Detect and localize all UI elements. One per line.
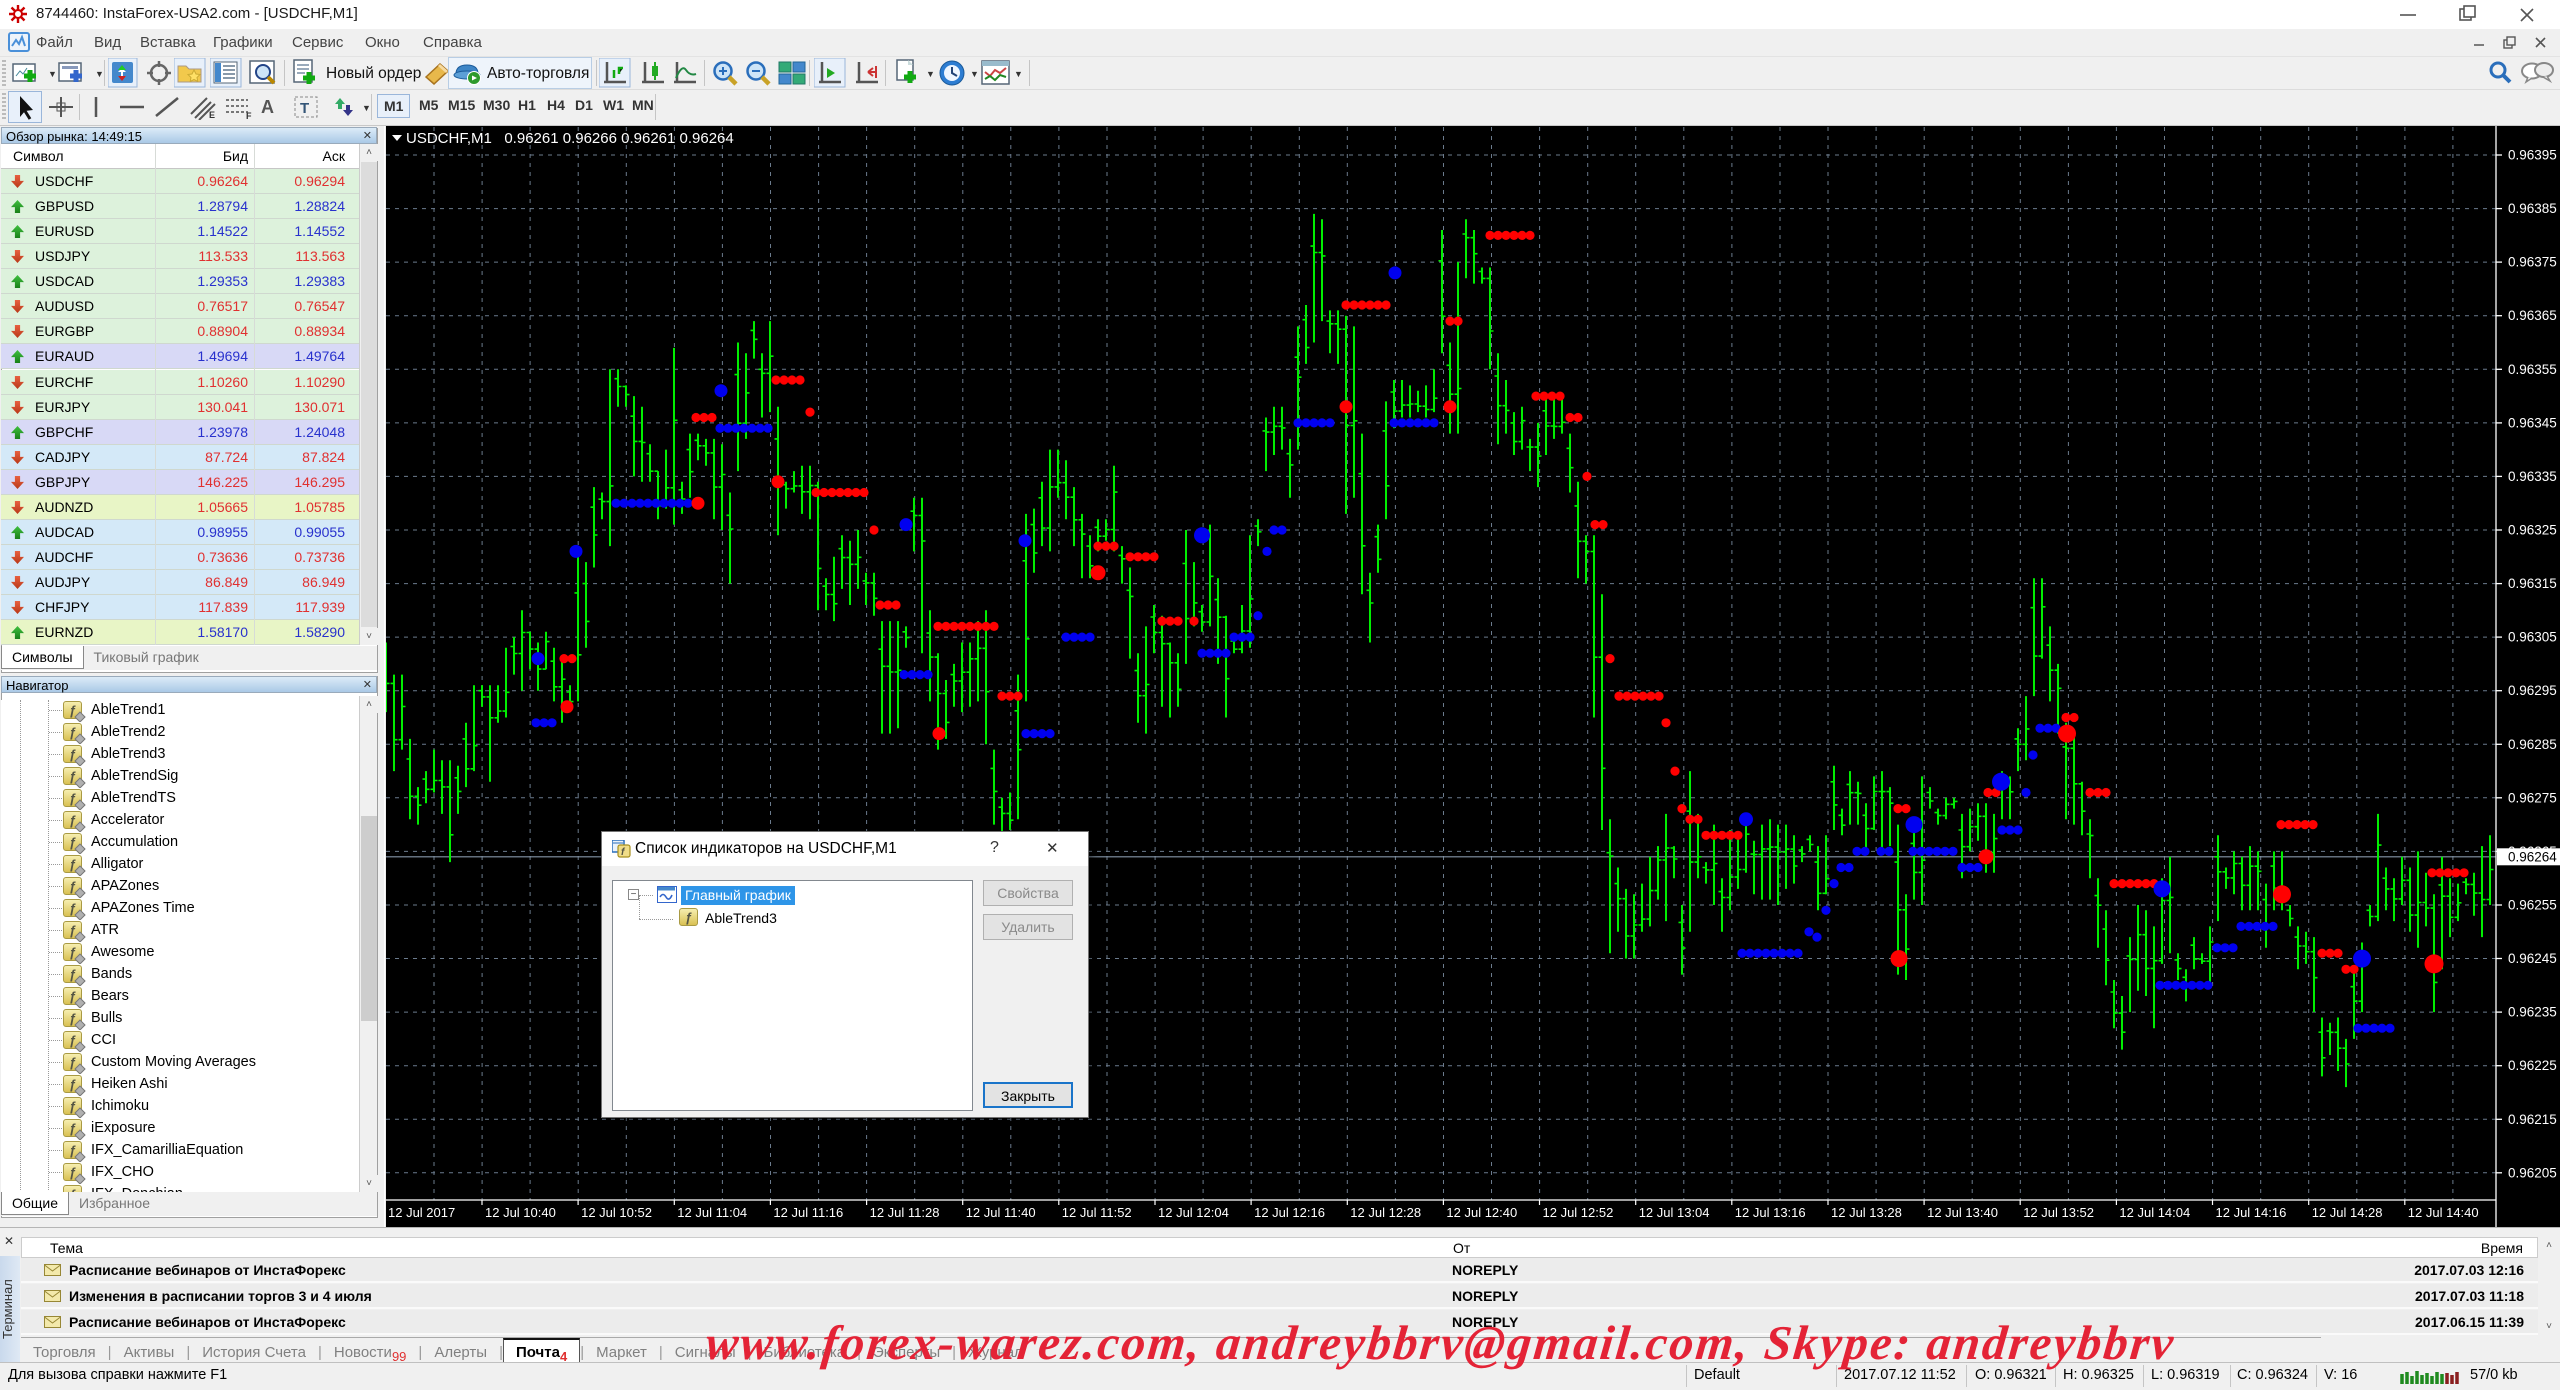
svg-text:0.96305: 0.96305 xyxy=(2508,630,2557,645)
svg-text:0.96375: 0.96375 xyxy=(2508,255,2557,270)
svg-text:F: F xyxy=(246,111,252,120)
svg-text:0.96205: 0.96205 xyxy=(2508,1165,2557,1180)
svg-text:12 Jul 12:52: 12 Jul 12:52 xyxy=(1543,1205,1614,1220)
svg-text:12 Jul 11:04: 12 Jul 11:04 xyxy=(677,1205,747,1220)
svg-text:12 Jul 10:52: 12 Jul 10:52 xyxy=(581,1205,652,1220)
svg-text:0.96395: 0.96395 xyxy=(2508,148,2557,163)
svg-text:12 Jul 13:40: 12 Jul 13:40 xyxy=(1927,1205,1998,1220)
svg-text:0.96225: 0.96225 xyxy=(2508,1058,2557,1073)
svg-text:0.96235: 0.96235 xyxy=(2508,1005,2557,1020)
svg-text:T: T xyxy=(300,100,309,117)
svg-text:12 Jul 13:28: 12 Jul 13:28 xyxy=(1831,1205,1902,1220)
svg-text:12 Jul 12:04: 12 Jul 12:04 xyxy=(1158,1205,1229,1220)
svg-text:12 Jul 2017: 12 Jul 2017 xyxy=(388,1205,455,1220)
svg-text:0.96245: 0.96245 xyxy=(2508,951,2557,966)
svg-text:12 Jul 10:40: 12 Jul 10:40 xyxy=(485,1205,556,1220)
svg-text:12 Jul 11:16: 12 Jul 11:16 xyxy=(773,1205,843,1220)
svg-text:12 Jul 14:16: 12 Jul 14:16 xyxy=(2216,1205,2287,1220)
svg-text:0.96215: 0.96215 xyxy=(2508,1112,2557,1127)
svg-text:0.96295: 0.96295 xyxy=(2508,683,2557,698)
svg-text:USDCHF,M1 0.96261 0.96266 0.: USDCHF,M1 0.96261 0.96266 0.96261 0.9626… xyxy=(406,130,734,147)
svg-text:12 Jul 13:16: 12 Jul 13:16 xyxy=(1735,1205,1806,1220)
svg-text:0.96325: 0.96325 xyxy=(2508,523,2557,538)
svg-text:12 Jul 13:04: 12 Jul 13:04 xyxy=(1639,1205,1710,1220)
svg-text:0.96385: 0.96385 xyxy=(2508,201,2557,216)
svg-text:0.96275: 0.96275 xyxy=(2508,790,2557,805)
svg-text:12 Jul 13:52: 12 Jul 13:52 xyxy=(2023,1205,2094,1220)
svg-text:12 Jul 14:40: 12 Jul 14:40 xyxy=(2408,1205,2479,1220)
svg-text:12 Jul 12:16: 12 Jul 12:16 xyxy=(1254,1205,1325,1220)
svg-text:12 Jul 12:28: 12 Jul 12:28 xyxy=(1350,1205,1421,1220)
svg-text:0.96365: 0.96365 xyxy=(2508,308,2557,323)
svg-text:0.96335: 0.96335 xyxy=(2508,469,2557,484)
svg-text:0.96345: 0.96345 xyxy=(2508,415,2557,430)
svg-text:0.96285: 0.96285 xyxy=(2508,737,2557,752)
svg-text:0.96255: 0.96255 xyxy=(2508,898,2557,913)
svg-text:12 Jul 14:28: 12 Jul 14:28 xyxy=(2312,1205,2383,1220)
svg-text:0.96315: 0.96315 xyxy=(2508,576,2557,591)
svg-text:12 Jul 12:40: 12 Jul 12:40 xyxy=(1446,1205,1517,1220)
svg-text:12 Jul 14:04: 12 Jul 14:04 xyxy=(2119,1205,2190,1220)
svg-text:12 Jul 11:52: 12 Jul 11:52 xyxy=(1062,1205,1132,1220)
svg-text:0.96355: 0.96355 xyxy=(2508,362,2557,377)
svg-text:0.96264: 0.96264 xyxy=(2508,850,2557,865)
svg-text:12 Jul 11:40: 12 Jul 11:40 xyxy=(966,1205,1036,1220)
svg-text:12 Jul 11:28: 12 Jul 11:28 xyxy=(870,1205,940,1220)
svg-text:E: E xyxy=(209,110,215,120)
